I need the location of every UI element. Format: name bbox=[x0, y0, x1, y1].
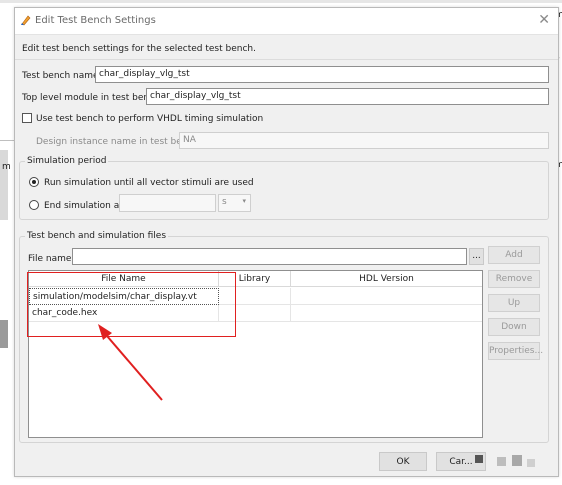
annotation-arrow bbox=[98, 324, 163, 401]
